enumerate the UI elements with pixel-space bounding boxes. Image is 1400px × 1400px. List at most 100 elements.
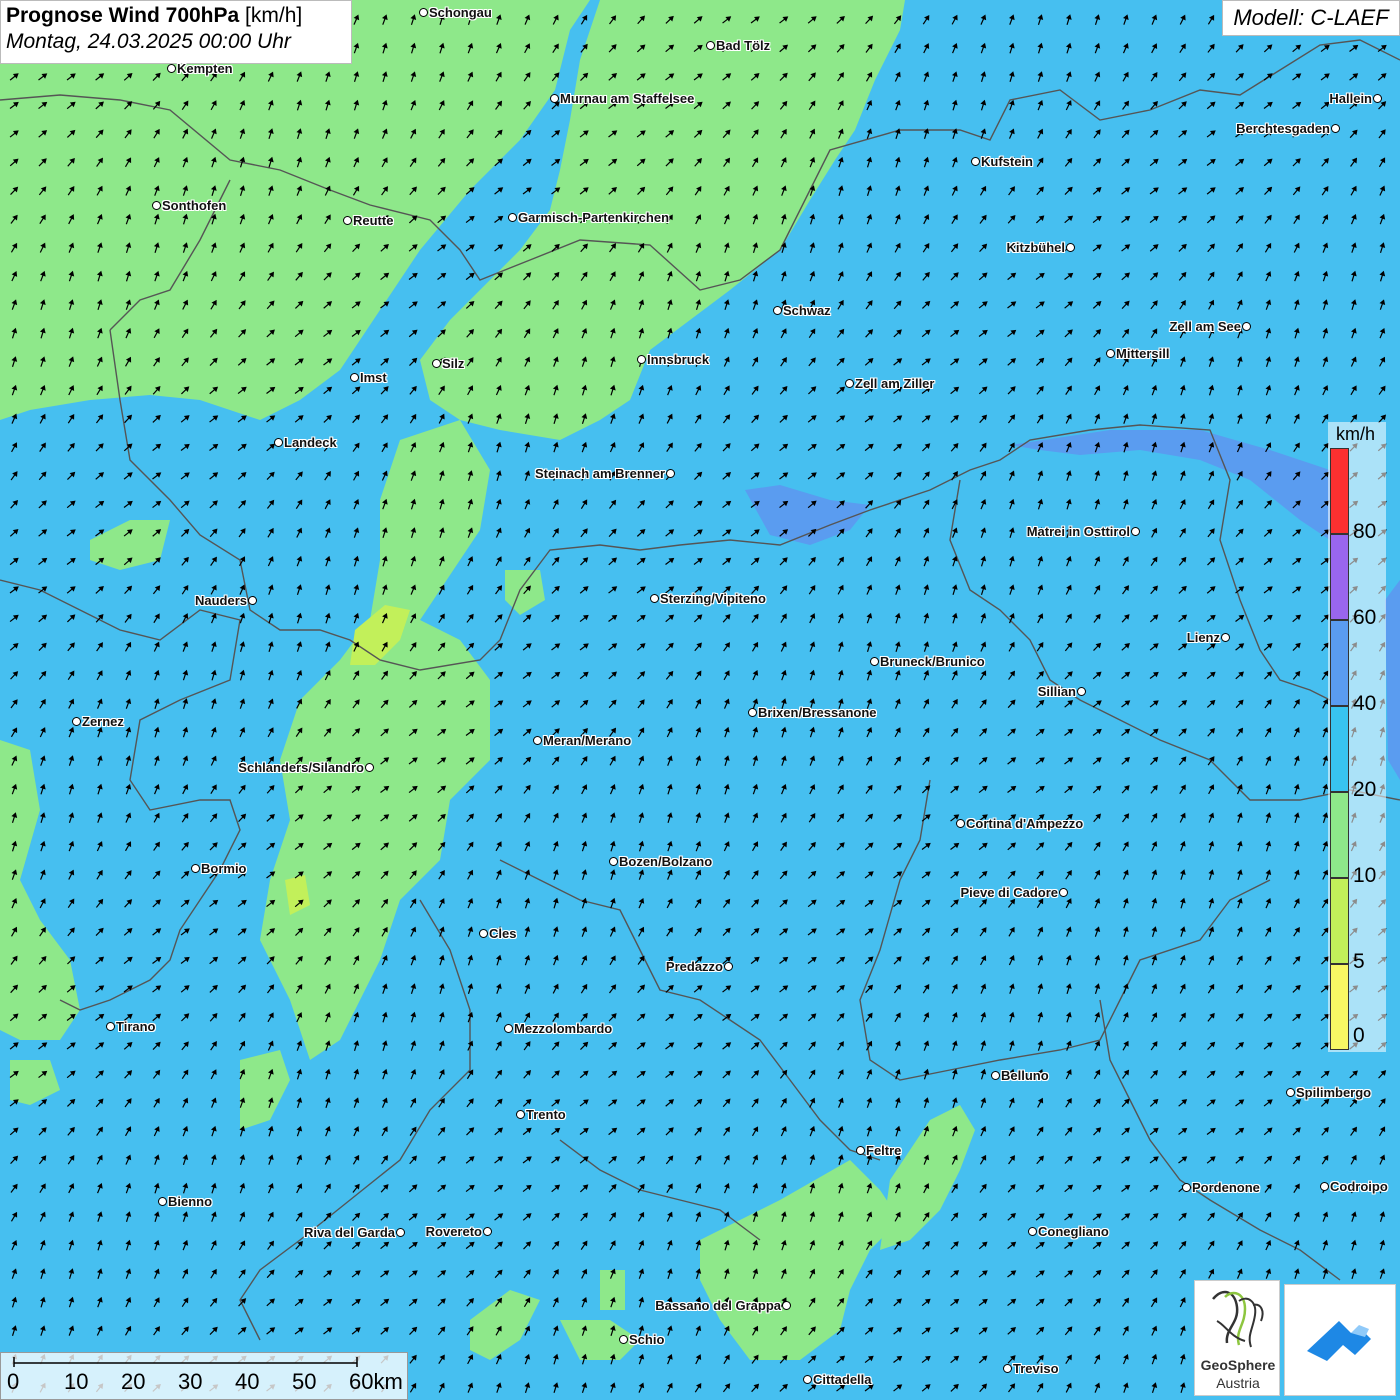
map-title: Prognose Wind 700hPa [km/h] (6, 4, 346, 28)
city-dot (724, 962, 733, 971)
legend-label: 40 (1353, 692, 1377, 715)
legend-label: 10 (1353, 864, 1377, 887)
legend-unit: km/h (1336, 424, 1376, 444)
city-dot (1331, 124, 1340, 133)
legend-label: 20 (1353, 778, 1377, 801)
geosphere-name-line2: Austria (1216, 1375, 1260, 1391)
city-dot (971, 157, 980, 166)
city-label: Feltre (866, 1143, 902, 1158)
legend-swatch (1330, 534, 1349, 620)
city-label: Steinach am Brenner (534, 466, 665, 481)
city-label: Brixen/Bressanone (758, 705, 877, 720)
city-dot (619, 1335, 628, 1344)
city-dot (1373, 94, 1382, 103)
city-dot (350, 373, 359, 382)
title-box: Prognose Wind 700hPa [km/h] Montag, 24.0… (0, 0, 352, 64)
city-dot (803, 1375, 812, 1384)
city-dot (637, 355, 646, 364)
geosphere-logo[interactable]: GeoSphere Austria (1194, 1280, 1280, 1396)
app-logo[interactable] (1284, 1284, 1396, 1396)
city-dot (191, 864, 200, 873)
city-label: Sillian (1037, 684, 1076, 699)
city-label: Zernez (82, 714, 124, 729)
city-label: Kempten (177, 61, 233, 76)
city-label: Spilimbergo (1296, 1085, 1372, 1100)
city-dot (508, 213, 517, 222)
city-label: Trento (526, 1107, 566, 1122)
city-dot (516, 1110, 525, 1119)
city-dot (158, 1197, 167, 1206)
legend-swatch (1330, 792, 1349, 878)
city-label: Pordenone (1192, 1180, 1260, 1195)
legend-swatch (1330, 706, 1349, 792)
city-label: Schio (629, 1332, 665, 1347)
legend-label: 5 (1353, 950, 1365, 973)
legend-swatch (1330, 878, 1349, 964)
city-dot (1182, 1183, 1191, 1192)
wind-map[interactable]: Prognose Wind 700hPa [km/h] Montag, 24.0… (0, 0, 1400, 1400)
city-dot (106, 1022, 115, 1031)
city-dot (782, 1301, 791, 1310)
city-dot (432, 359, 441, 368)
city-label: Garmisch-Partenkirchen (518, 210, 670, 225)
city-dot (666, 469, 675, 478)
city-dot (991, 1071, 1000, 1080)
city-dot (1242, 322, 1251, 331)
color-legend: km/h 80 60 40 20 10 5 0 (1328, 422, 1386, 1052)
city-dot (650, 594, 659, 603)
map-title-unit: [km/h] (245, 4, 303, 27)
city-label: Sterzing/Vipiteno (660, 591, 766, 606)
legend-swatch (1330, 448, 1349, 534)
city-dot (167, 64, 176, 73)
legend-swatch (1330, 620, 1349, 706)
city-dot (609, 857, 618, 866)
city-dot (1320, 1182, 1329, 1191)
city-dot (748, 708, 757, 717)
city-label: Imst (360, 370, 387, 385)
city-dot (773, 306, 782, 315)
city-label: Zell am See (1169, 319, 1241, 334)
city-label: Sonthofen (162, 198, 227, 213)
city-dot (550, 94, 559, 103)
city-label: Rovereto (425, 1224, 482, 1239)
city-label: Murnau am Staffelsee (560, 91, 695, 106)
city-label: Cortina d'Ampezzo (966, 816, 1084, 831)
legend-label: 80 (1353, 520, 1377, 543)
city-label: Bassano del Grappa (655, 1298, 781, 1313)
city-dot (533, 736, 542, 745)
city-label: Belluno (1001, 1068, 1049, 1083)
city-dot (343, 216, 352, 225)
city-label: Riva del Garda (303, 1225, 395, 1240)
city-label: Treviso (1013, 1361, 1059, 1376)
scale-label: 50 (292, 1369, 317, 1394)
city-label: Mezzolombardo (514, 1021, 613, 1036)
legend-label: 60 (1353, 606, 1377, 629)
scale-label: 60km (349, 1369, 403, 1394)
geosphere-mark-icon (1212, 1290, 1264, 1348)
city-label: Matrei in Osttirol (1026, 524, 1130, 539)
city-dot (479, 929, 488, 938)
scale-label: 40 (235, 1369, 260, 1394)
city-dot (1077, 687, 1086, 696)
city-dot (396, 1228, 405, 1237)
city-label: Innsbruck (647, 352, 710, 367)
city-dot (419, 8, 428, 17)
city-dot (870, 657, 879, 666)
scale-label: 10 (64, 1369, 89, 1394)
city-dot (1059, 888, 1068, 897)
city-dot (248, 596, 257, 605)
city-label: Codroipo (1330, 1179, 1388, 1194)
city-dot (1066, 243, 1075, 252)
city-dot (845, 379, 854, 388)
city-label: Berchtesgaden (1236, 121, 1330, 136)
city-label: Kitzbühel (1006, 240, 1066, 255)
city-label: Bad Tölz (716, 38, 771, 53)
legend-swatch (1330, 964, 1349, 1050)
city-label: Lienz (1186, 630, 1220, 645)
city-label: Pieve di Cadore (960, 885, 1058, 900)
city-dot (1028, 1227, 1037, 1236)
city-label: Schwaz (783, 303, 831, 318)
city-label: Zell am Ziller (855, 376, 935, 391)
city-label: Cles (489, 926, 517, 941)
scale-label: 0 (7, 1369, 20, 1394)
